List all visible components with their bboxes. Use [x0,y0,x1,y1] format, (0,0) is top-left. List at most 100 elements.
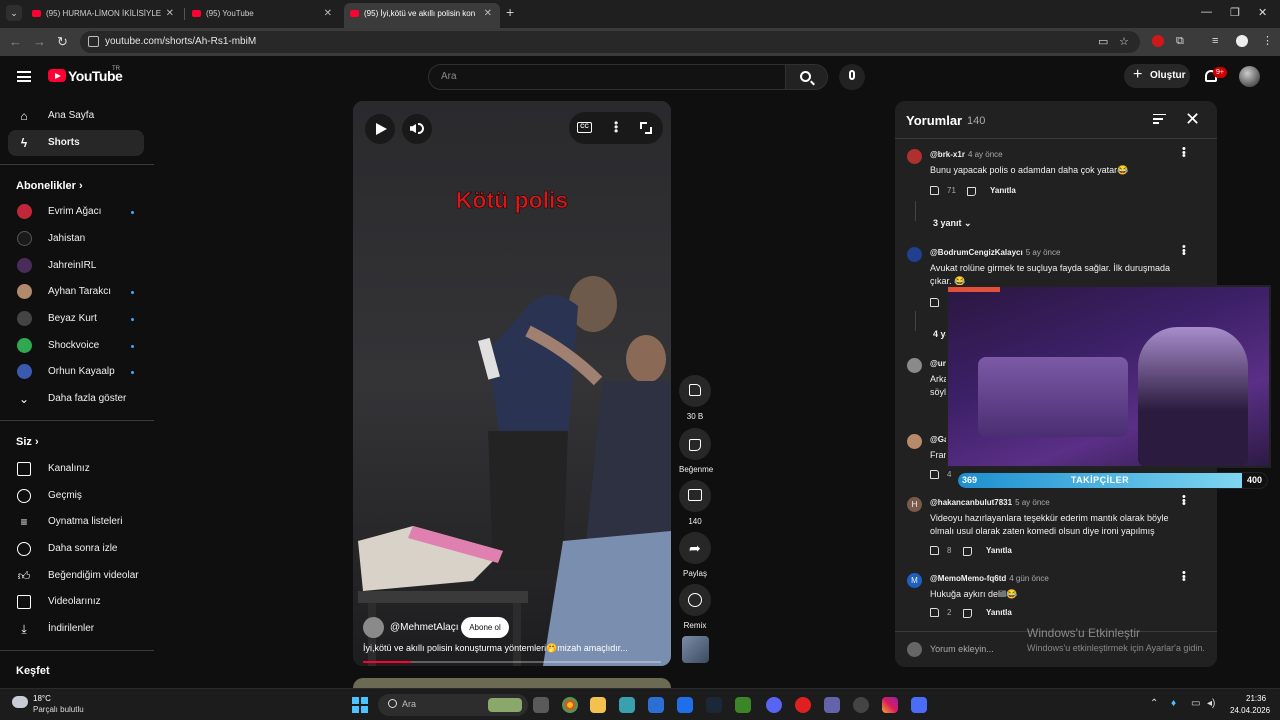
subscription-item[interactable]: Orhun Kayaalp [8,359,144,385]
comment-menu-icon[interactable]: • • • [1182,492,1186,510]
comment-dislike-icon[interactable] [967,187,976,196]
tab-close-icon[interactable]: ✕ [324,3,332,24]
video-progress-bar[interactable] [363,661,661,663]
share-action[interactable]: ➦ Paylaş [679,532,711,578]
address-bar[interactable]: youtube.com/shorts/Ah-Rs1-mbiM ▭ ☆ [80,31,1140,53]
tray-app-icon[interactable]: ♦ [1171,698,1176,709]
comment-menu-icon[interactable]: • • • [1182,242,1186,260]
speaker-icon[interactable]: ◂) [1207,698,1215,709]
task-view-icon[interactable] [533,697,549,713]
like-action[interactable]: 30 B [679,375,711,421]
profile-icon[interactable] [1236,35,1248,47]
commenter-avatar[interactable]: M [907,573,922,588]
reply-button[interactable]: Yanıtla [986,546,1012,555]
app-icon[interactable] [619,697,635,713]
subscribe-button[interactable]: Abone ol [461,617,509,638]
obs-icon[interactable] [853,697,869,713]
taskbar-search[interactable]: Ara [378,694,528,716]
chrome-app-icon[interactable] [562,697,578,713]
reply-button[interactable]: Yanıtla [986,608,1012,617]
comment-author[interactable]: @hakancanbulut7831 5 ay önce [930,498,1050,507]
comment-like-icon[interactable] [930,186,939,195]
comments-action[interactable]: 140 [679,480,711,526]
video-title[interactable]: İyi,kötü ve akıllı polisin konuşturma yö… [363,643,663,654]
search-input[interactable]: Ara [428,64,786,90]
sidebar-item-downloads[interactable]: ⤓ İndirilenler [8,616,144,642]
commenter-avatar[interactable] [907,149,922,164]
menu-icon[interactable] [17,71,31,82]
captions-icon[interactable]: CC [577,122,592,133]
more-options-icon[interactable]: • • • [614,117,618,137]
site-info-icon[interactable] [88,36,99,47]
comment-like-icon[interactable] [930,470,939,479]
comment-author[interactable]: @MemoMemo-fq6td 4 gün önce [930,574,1049,583]
subscriptions-heading[interactable]: Abonelikler › [16,180,83,192]
media-controls-icon[interactable]: ≡ [1212,35,1218,47]
file-explorer-icon[interactable] [590,697,606,713]
commenter-avatar[interactable] [907,358,922,373]
forward-icon[interactable]: → [33,34,46,49]
subscription-item[interactable]: Evrim Ağacı [8,199,144,225]
commenter-avatar[interactable] [907,434,922,449]
you-heading[interactable]: Siz › [16,436,39,448]
channel-avatar[interactable] [363,617,384,638]
discord-icon[interactable] [766,697,782,713]
account-avatar[interactable] [1239,66,1260,87]
window-close-icon[interactable]: ✕ [1258,6,1267,19]
sidebar-item-your-videos[interactable]: Videolarınız [8,589,144,615]
mute-button[interactable] [402,114,432,144]
dislike-action[interactable]: Beğenme [679,428,713,474]
cast-icon[interactable]: ▭ [1098,35,1108,48]
youtube-logo-icon[interactable] [48,69,66,82]
back-icon[interactable]: ← [9,34,22,49]
minecraft-icon[interactable] [735,697,751,713]
instagram-icon[interactable] [882,697,898,713]
app-icon[interactable] [911,697,927,713]
fullscreen-icon[interactable] [640,122,652,134]
mail-icon[interactable] [677,697,693,713]
browser-tab-active[interactable]: (95) İyi,kötü ve akıllı polisin kon ✕ [344,3,500,28]
like-button[interactable] [679,375,711,407]
sidebar-item-home[interactable]: ⌂ Ana Sayfa [8,103,144,129]
sound-thumbnail[interactable] [682,636,709,663]
remix-action[interactable]: Remix [679,584,711,630]
commenter-avatar[interactable]: H [907,497,922,512]
comment-like-icon[interactable] [930,298,939,307]
commenter-avatar[interactable] [907,247,922,262]
new-tab-icon[interactable]: + [506,4,514,20]
comment-author[interactable]: @brk-x1r 4 ay önce [930,150,1003,159]
minimize-icon[interactable]: — [1201,6,1212,18]
subscription-item[interactable]: Ayhan Tarakcı [8,279,144,305]
extension-icon[interactable] [1152,35,1164,47]
reply-button[interactable]: Yanıtla [990,186,1016,195]
browser-tab[interactable]: (95) YouTube ✕ [186,3,340,28]
subscription-item[interactable]: Jahistan [8,226,144,252]
subscription-item[interactable]: Beyaz Kurt [8,306,144,332]
view-replies-button[interactable]: 3 yanıt ⌄ [933,218,972,229]
show-more-button[interactable]: ⌄ Daha fazla göster [8,386,144,412]
comment-like-icon[interactable] [930,546,939,555]
sidebar-item-watch-later[interactable]: Daha sonra izle [8,536,144,562]
search-button[interactable] [786,64,828,90]
sidebar-item-shorts[interactable]: ϟ Shorts [8,130,144,156]
voice-search-button[interactable] [839,64,865,90]
steam-icon[interactable] [706,697,722,713]
browser-tab[interactable]: (95) HURMA-LİMON İKİLİSİYLE ✕ [26,3,182,28]
cloud-icon[interactable] [12,696,28,708]
create-button[interactable]: + Oluştur [1124,64,1190,88]
youtube-music-icon[interactable] [795,697,811,713]
weather-temperature[interactable]: 18°C [33,694,51,703]
sidebar-item-history[interactable]: Geçmiş [8,483,144,509]
subscription-item[interactable]: Shockvoice [8,333,144,359]
clock-date[interactable]: 24.04.2026 [1230,706,1270,715]
remix-button[interactable] [679,584,711,616]
comment-menu-icon[interactable]: • • • [1182,144,1186,162]
bookmark-star-icon[interactable]: ☆ [1119,35,1129,48]
start-menu-icon[interactable] [352,697,368,713]
network-icon[interactable]: ▭ [1191,698,1200,709]
comment-menu-icon[interactable]: • • • [1182,568,1186,586]
app-icon[interactable] [648,697,664,713]
share-button[interactable]: ➦ [679,532,711,564]
restore-icon[interactable]: ❐ [1230,6,1240,19]
sidebar-item-liked-videos[interactable]: 👍︎ Beğendiğim videolar [8,563,144,589]
